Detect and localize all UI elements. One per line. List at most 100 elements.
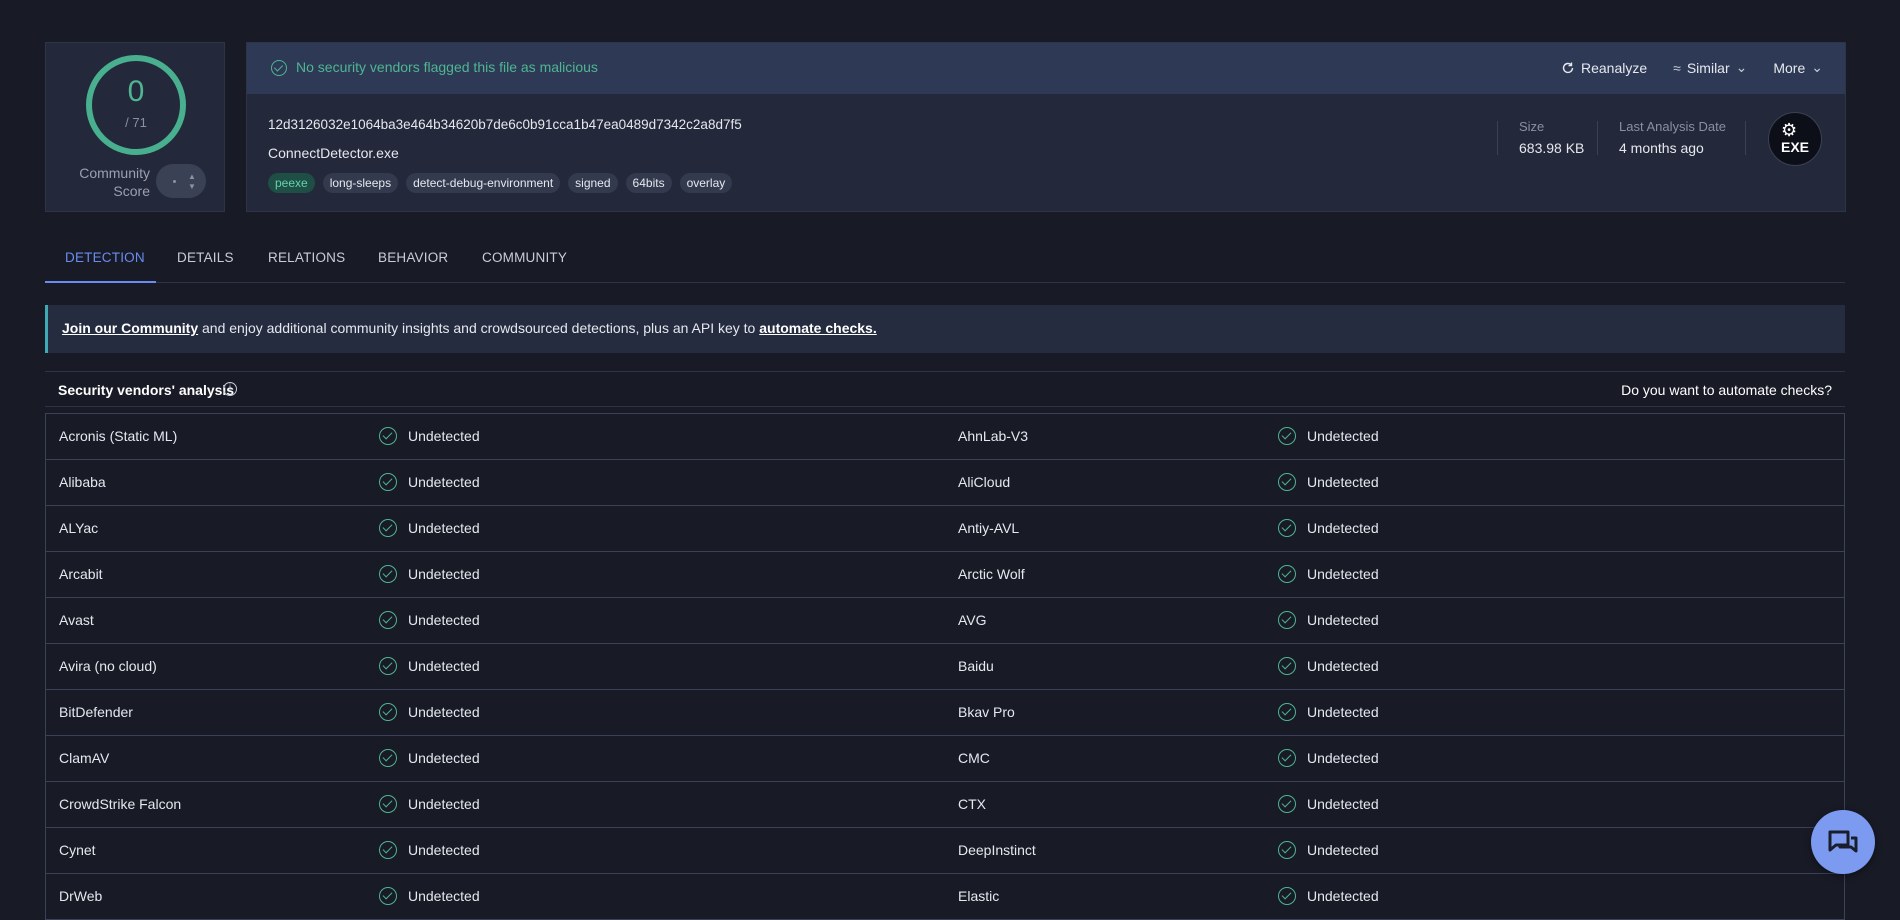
tab-details[interactable]: DETAILS bbox=[177, 250, 234, 265]
vendor-status: Undetected bbox=[1307, 658, 1379, 674]
file-size: Size 683.98 KB bbox=[1519, 119, 1584, 156]
similar-label: Similar bbox=[1686, 59, 1730, 76]
file-tag[interactable]: long-sleeps bbox=[322, 173, 399, 193]
file-tag[interactable]: overlay bbox=[679, 173, 733, 193]
vendor-status: Undetected bbox=[1307, 704, 1379, 720]
check-circle-icon bbox=[1278, 841, 1296, 859]
vendor-name: AVG bbox=[958, 612, 987, 628]
file-tags: peexe long-sleeps detect-debug-environme… bbox=[268, 173, 733, 193]
vendor-name: CMC bbox=[958, 750, 990, 766]
detection-score-ring: 0 / 71 bbox=[86, 55, 186, 155]
vendors-analysis-header: Security vendors' analysis i Do you want… bbox=[45, 371, 1845, 407]
vendor-row: CrowdStrike Falcon Undetected CTX Undetecte… bbox=[46, 782, 1844, 828]
vendor-name: Elastic bbox=[958, 888, 1000, 904]
meta-divider bbox=[1597, 121, 1598, 155]
vendor-row: Arcabit Undetected Arctic Wolf Undetected bbox=[46, 552, 1844, 598]
chat-icon bbox=[1828, 830, 1858, 853]
check-circle-icon bbox=[379, 795, 397, 813]
vendor-name: Alibaba bbox=[59, 474, 106, 490]
chat-button[interactable] bbox=[1811, 810, 1875, 874]
vendor-name: Cynet bbox=[59, 842, 96, 858]
vendor-name: Acronis (Static ML) bbox=[59, 428, 178, 444]
vendor-status: Undetected bbox=[408, 566, 480, 582]
file-info-card: No security vendors flagged this file as… bbox=[246, 42, 1846, 212]
vendor-status: Undetected bbox=[408, 796, 480, 812]
check-circle-icon bbox=[379, 749, 397, 767]
community-score-label: Community Score bbox=[79, 165, 150, 199]
vendor-row: Avast Undetected AVG Undetected bbox=[46, 598, 1844, 644]
chevron-down-icon: ⌄ bbox=[1735, 59, 1748, 75]
vendor-name: DrWeb bbox=[59, 888, 103, 904]
check-circle-icon bbox=[1278, 565, 1296, 583]
last-analysis-date-value: 4 months ago bbox=[1619, 140, 1704, 156]
vendor-name: Antiy-AVL bbox=[958, 520, 1020, 536]
file-size-value: 683.98 KB bbox=[1519, 140, 1585, 156]
vote-up-icon[interactable]: ▲ bbox=[188, 173, 196, 181]
vendor-row: DrWeb Undetected Elastic Undetected bbox=[46, 874, 1844, 920]
file-tag[interactable]: signed bbox=[568, 173, 618, 193]
vendor-status: Undetected bbox=[1307, 566, 1379, 582]
automate-checks-question[interactable]: Do you want to automate checks? bbox=[1621, 382, 1832, 398]
refresh-icon bbox=[1562, 62, 1574, 73]
tab-community[interactable]: COMMUNITY bbox=[482, 250, 567, 265]
vendor-status: Undetected bbox=[1307, 428, 1379, 444]
vendor-row: Cynet Undetected DeepInstinct Undetected bbox=[46, 828, 1844, 874]
detection-score-card: 0 / 71 Community Score ▲ ▼ bbox=[45, 42, 225, 212]
vendor-status: Undetected bbox=[408, 704, 480, 720]
meta-divider bbox=[1497, 121, 1498, 155]
check-circle-icon bbox=[271, 60, 287, 76]
similar-button[interactable]: ≈ Similar ⌄ bbox=[1673, 59, 1747, 76]
info-icon[interactable]: i bbox=[223, 382, 237, 396]
file-type-label: EXE bbox=[1780, 139, 1809, 155]
file-actions: Reanalyze ≈ Similar ⌄ More ⌄ bbox=[1561, 59, 1823, 76]
file-tag[interactable]: peexe bbox=[268, 173, 315, 193]
tab-detection[interactable]: DETECTION bbox=[65, 250, 145, 265]
check-circle-icon bbox=[1278, 611, 1296, 629]
check-circle-icon bbox=[1278, 519, 1296, 537]
file-tag[interactable]: detect-debug-environment bbox=[406, 173, 561, 193]
tab-behavior[interactable]: BEHAVIOR bbox=[378, 250, 448, 265]
check-circle-icon bbox=[1278, 427, 1296, 445]
vendor-row: BitDefender Undetected Bkav Pro Undetected bbox=[46, 690, 1844, 736]
check-circle-icon bbox=[379, 565, 397, 583]
tab-relations[interactable]: RELATIONS bbox=[268, 250, 345, 265]
check-circle-icon bbox=[379, 611, 397, 629]
community-score-widget[interactable]: ▲ ▼ bbox=[156, 164, 206, 198]
vendor-status: Undetected bbox=[1307, 888, 1379, 904]
vendor-row: ALYac Undetected Antiy-AVL Undetected bbox=[46, 506, 1844, 552]
vendor-status: Undetected bbox=[408, 658, 480, 674]
gear-icon: ⚙ bbox=[1781, 120, 1798, 140]
file-tag[interactable]: 64bits bbox=[625, 173, 672, 193]
vendor-name: Arctic Wolf bbox=[958, 566, 1025, 582]
check-circle-icon bbox=[379, 427, 397, 445]
vendor-status: Undetected bbox=[408, 750, 480, 766]
vendor-status: Undetected bbox=[1307, 842, 1379, 858]
join-community-link[interactable]: Join our Community bbox=[62, 320, 198, 336]
vendor-status: Undetected bbox=[408, 612, 480, 628]
automate-checks-link[interactable]: automate checks. bbox=[759, 320, 877, 336]
approx-icon: ≈ bbox=[1673, 59, 1681, 76]
vendor-name: ClamAV bbox=[59, 750, 110, 766]
check-circle-icon bbox=[379, 473, 397, 491]
active-tab-indicator bbox=[45, 281, 156, 283]
more-button[interactable]: More ⌄ bbox=[1773, 59, 1823, 76]
file-hash[interactable]: 12d3126032e1064ba3e464b34620b7de6c0b91cc… bbox=[268, 117, 742, 132]
check-circle-icon bbox=[1278, 473, 1296, 491]
reanalyze-button[interactable]: Reanalyze bbox=[1561, 59, 1647, 76]
file-type-badge: ⚙ EXE bbox=[1768, 112, 1822, 166]
vendor-status: Undetected bbox=[1307, 474, 1379, 490]
file-name: ConnectDetector.exe bbox=[268, 145, 399, 161]
vendor-name: Baidu bbox=[958, 658, 994, 674]
vendors-analysis-title: Security vendors' analysis bbox=[58, 382, 235, 398]
vote-down-icon[interactable]: ▼ bbox=[188, 183, 196, 191]
vendor-status: Undetected bbox=[408, 888, 480, 904]
vendor-status: Undetected bbox=[1307, 612, 1379, 628]
vendor-name: Avira (no cloud) bbox=[59, 658, 157, 674]
check-circle-icon bbox=[1278, 795, 1296, 813]
vendor-status: Undetected bbox=[408, 474, 480, 490]
meta-divider bbox=[1745, 121, 1746, 155]
check-circle-icon bbox=[379, 887, 397, 905]
reanalyze-label: Reanalyze bbox=[1581, 59, 1648, 76]
vendor-row: ClamAV Undetected CMC Undetected bbox=[46, 736, 1844, 782]
vendor-name: Arcabit bbox=[59, 566, 103, 582]
